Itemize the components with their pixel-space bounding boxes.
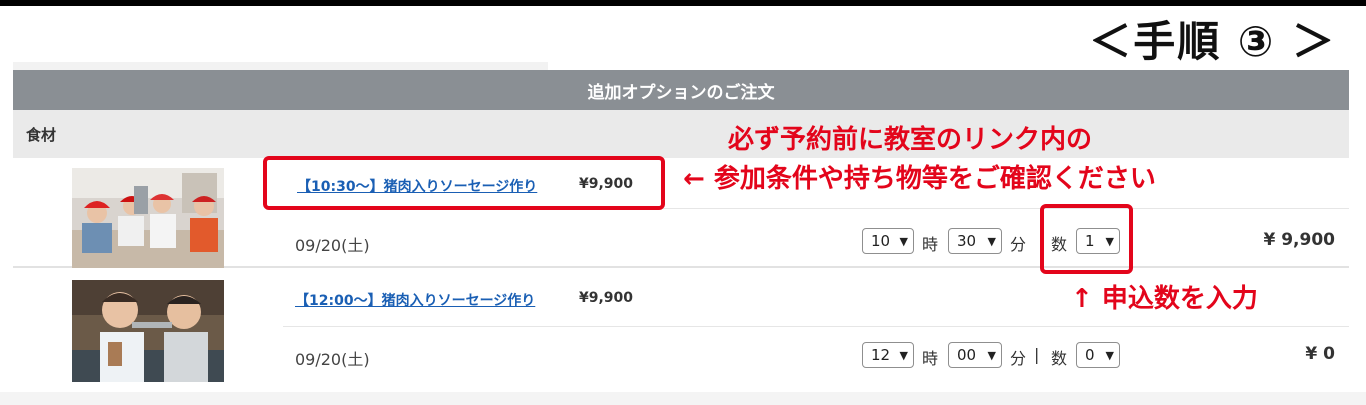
chevron-down-icon: ▼ [899, 349, 908, 362]
qty-select[interactable]: 0 ▼ [1076, 342, 1120, 368]
item-total: ¥ 0 [1305, 344, 1335, 364]
hour-label: 時 [922, 349, 939, 368]
hour-value: 10 [871, 232, 891, 250]
qty-value: 0 [1085, 346, 1095, 364]
kids-tasting-photo [72, 280, 224, 382]
annotation-line1: 必ず予約前に教室のリンク内の [728, 125, 1093, 155]
annotation-qty-note: ↑ 申込数を入力 [1071, 284, 1258, 314]
kids-cooking-photo [72, 168, 224, 268]
item-photo [72, 168, 224, 268]
annotation-line2: ← 参加条件や持ち物等をご確認ください [683, 164, 1156, 194]
hour-select[interactable]: 12 ▼ [862, 342, 914, 368]
item-photo [72, 280, 224, 382]
chevron-down-icon: ▼ [987, 349, 996, 362]
minute-value: 30 [957, 232, 977, 250]
chevron-down-icon: ▼ [1105, 349, 1114, 362]
item-date: 09/20(土) [295, 350, 370, 369]
item-total: ¥ 9,900 [1263, 230, 1335, 250]
panel-top-strip [13, 62, 548, 70]
category-bar: 食材 [13, 110, 1349, 158]
option-panel: 追加オプションのご注文 食材 【10:30〜】猪肉入りソーセージ作り ¥9,90… [13, 62, 1349, 392]
minute-label: 分 [1010, 235, 1027, 254]
separator: | [1034, 345, 1040, 364]
category-label: 食材 [26, 125, 57, 144]
bottom-strip [0, 392, 1366, 405]
top-black-bar [0, 0, 1366, 6]
section-header: 追加オプションのご注文 [13, 70, 1349, 110]
chevron-down-icon: ▼ [987, 235, 996, 248]
item-link-highlight-box [263, 156, 665, 210]
hour-label: 時 [922, 235, 939, 254]
hour-value: 12 [871, 346, 891, 364]
qty-label: 数 [1051, 349, 1068, 368]
section-title: 追加オプションのご注文 [587, 82, 775, 103]
item-link[interactable]: 【12:00〜】猪肉入りソーセージ作り [295, 290, 535, 310]
minute-value: 00 [957, 346, 977, 364]
minute-label: 分 [1010, 349, 1027, 368]
item-price: ¥9,900 [579, 290, 634, 306]
qty-highlight-box [1040, 204, 1133, 274]
minute-select[interactable]: 00 ▼ [948, 342, 1002, 368]
chevron-down-icon: ▼ [899, 235, 908, 248]
minute-select[interactable]: 30 ▼ [948, 228, 1002, 254]
item-date: 09/20(土) [295, 236, 370, 255]
hour-select[interactable]: 10 ▼ [862, 228, 914, 254]
